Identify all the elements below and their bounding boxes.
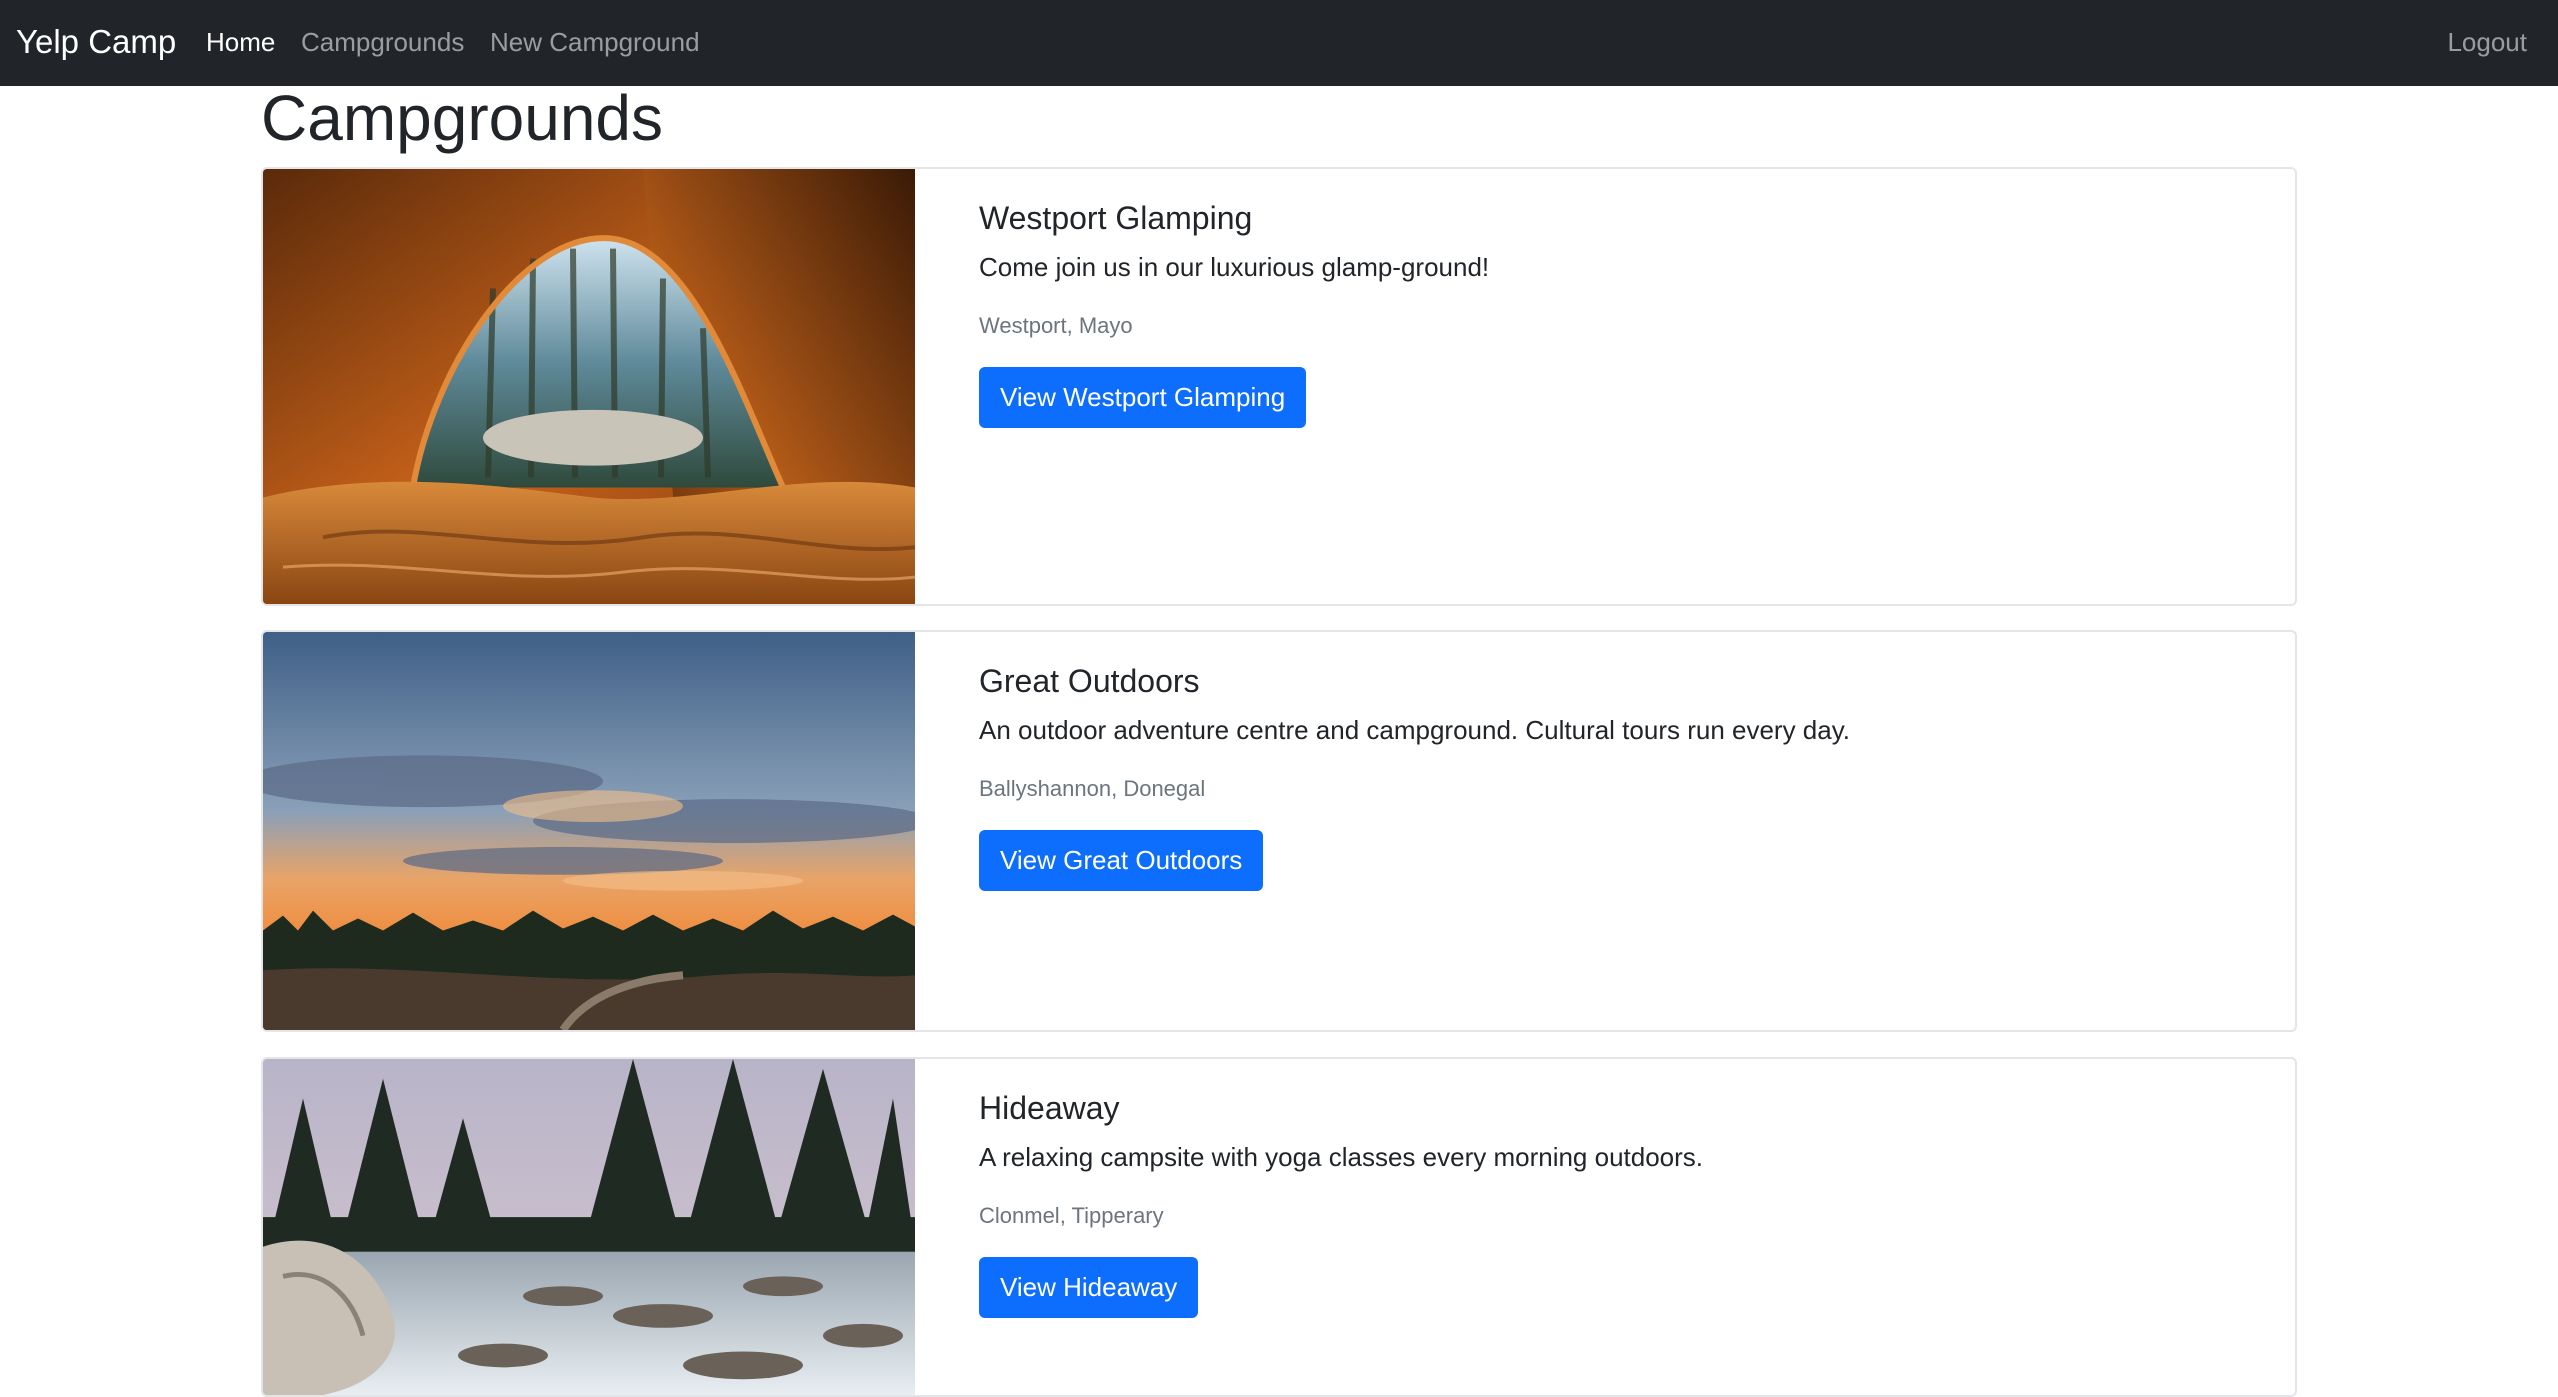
logout-link[interactable]: Logout [2447,24,2527,60]
nav-new-campground-link[interactable]: New Campground [490,24,700,60]
river-photo [263,1059,915,1395]
campground-title: Westport Glamping [979,200,1253,236]
campground-location: Westport, Mayo [979,313,1133,338]
campground-card: Hideaway A relaxing campsite with yoga c… [261,1057,2297,1397]
campground-title: Great Outdoors [979,663,1200,699]
tent-photo [263,169,915,604]
nav-home-link[interactable]: Home [206,24,275,60]
campground-card: Great Outdoors An outdoor adventure cent… [261,630,2297,1032]
campground-description: Come join us in our luxurious glamp-grou… [979,252,1490,282]
campground-image [263,632,915,1030]
brand-link[interactable]: Yelp Camp [16,20,176,64]
campground-description: A relaxing campsite with yoga classes ev… [979,1142,1704,1172]
nav-campgrounds-link[interactable]: Campgrounds [301,24,464,60]
card-body: Great Outdoors An outdoor adventure cent… [979,660,2255,891]
campground-title: Hideaway [979,1090,1120,1126]
card-body: Hideaway A relaxing campsite with yoga c… [979,1087,2255,1318]
view-campground-button[interactable]: View Hideaway [979,1257,1199,1318]
sunset-photo [263,632,915,1030]
campground-image [263,169,915,604]
campground-image [263,1059,915,1395]
view-campground-button[interactable]: View Westport Glamping [979,367,1307,428]
card-body: Westport Glamping Come join us in our lu… [979,197,2255,428]
view-campground-button[interactable]: View Great Outdoors [979,830,1264,891]
campground-location: Clonmel, Tipperary [979,1203,1164,1228]
campground-location: Ballyshannon, Donegal [979,776,1206,801]
navbar: Yelp Camp Home Campgrounds New Campgroun… [0,0,2558,86]
campground-card: Westport Glamping Come join us in our lu… [261,167,2297,606]
campground-description: An outdoor adventure centre and campgrou… [979,715,1851,745]
page-title: Campgrounds [261,82,663,154]
